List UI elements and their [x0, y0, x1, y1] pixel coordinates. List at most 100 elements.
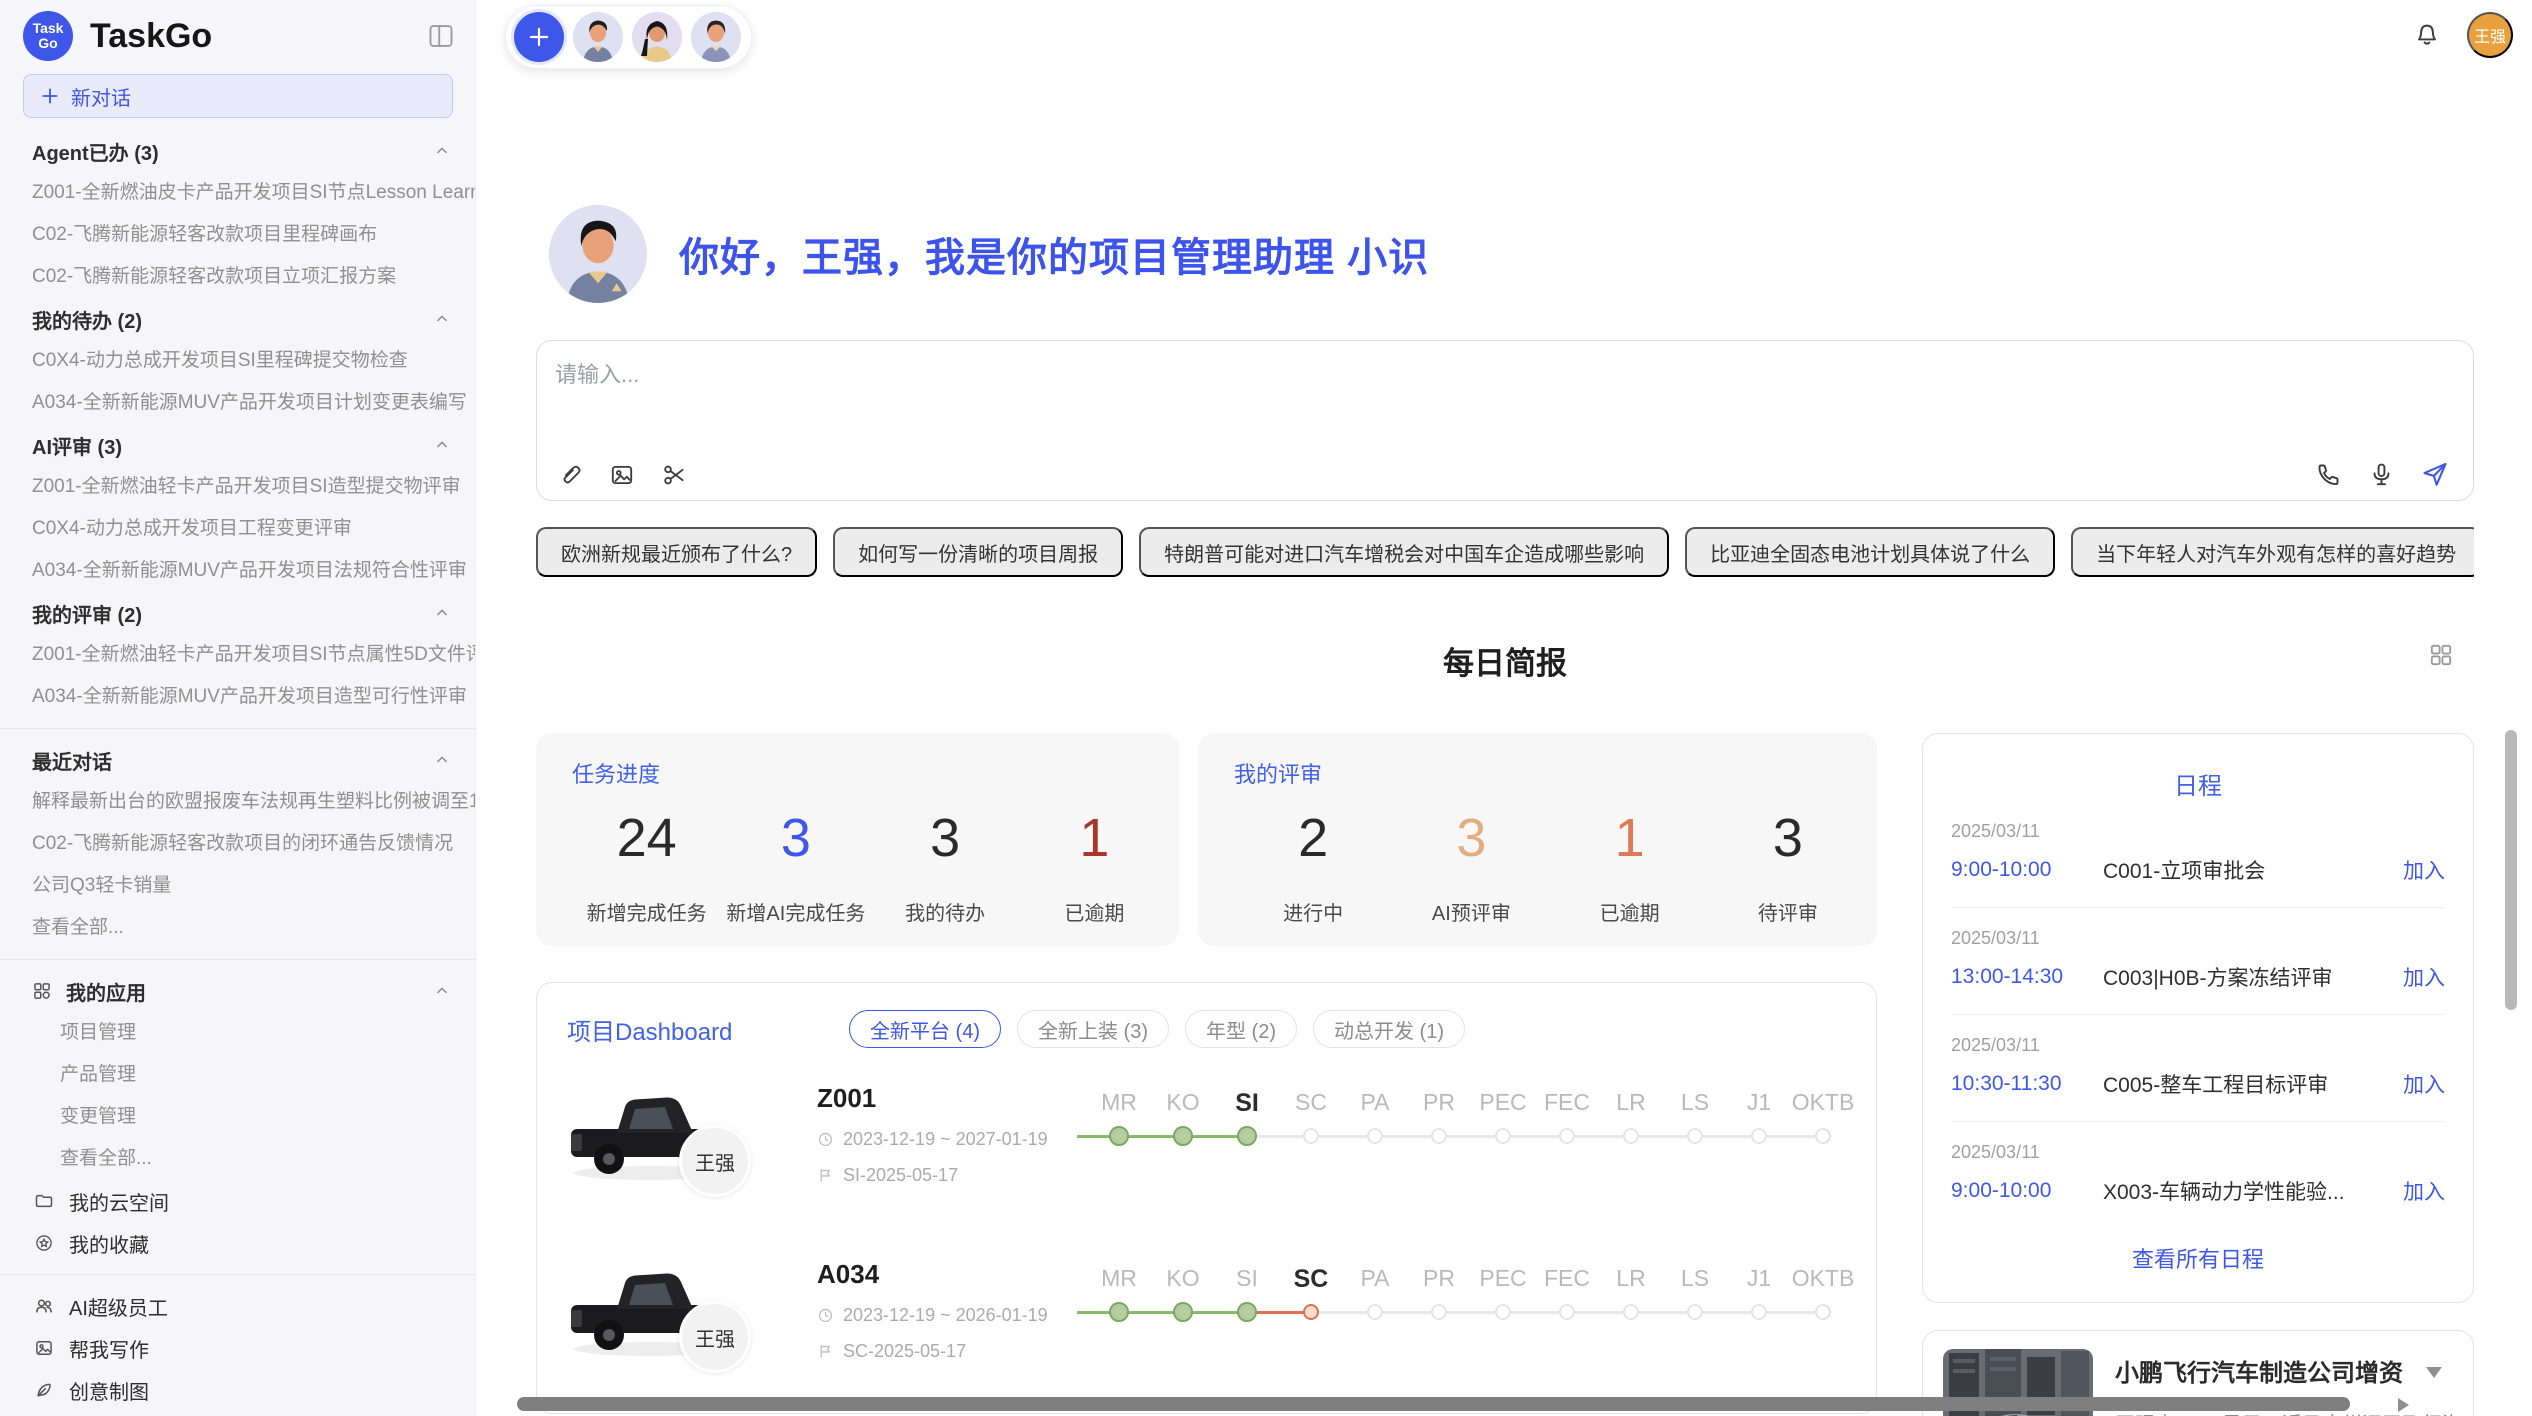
section-header-my-apps[interactable]: 我的应用 [0, 970, 475, 1012]
send-icon [2421, 460, 2449, 488]
milestone-dot-done [1237, 1302, 1257, 1322]
metric-label: 我的待办 [871, 897, 1020, 926]
sidebar-item[interactable]: C02-飞腾新能源轻客改款项目里程碑画布 [0, 214, 475, 256]
sidebar-item[interactable]: C0X4-动力总成开发项目SI里程碑提交物检查 [0, 340, 475, 382]
metric-value: 3 [721, 807, 870, 869]
sidebar-item[interactable]: Z001-全新燃油皮卡产品开发项目SI节点Lesson Learn报告 [0, 172, 475, 214]
milestone-dot [1367, 1304, 1383, 1320]
metric: 24 新增完成任务 [572, 793, 721, 926]
suggestion-chip[interactable]: 欧洲新规最近颁布了什么? [536, 527, 817, 577]
send-button[interactable] [2421, 460, 2449, 488]
project-row[interactable]: 王强 Z001 2023-12-19 ~ 2027-01-19 [567, 1079, 1846, 1229]
snippet-cut-button[interactable] [661, 462, 687, 488]
project-dashboard-title: 项目Dashboard [567, 1012, 849, 1047]
insert-image-button[interactable] [609, 462, 635, 488]
event-date: 2025/03/11 [1951, 928, 2445, 949]
sidebar-item[interactable]: C02-飞腾新能源轻客改款项目立项汇报方案 [0, 256, 475, 298]
milestone-dot-done [1109, 1302, 1129, 1322]
scroll-down-arrow[interactable] [2426, 1367, 2442, 1378]
horizontal-scrollbar-thumb[interactable] [517, 1397, 2350, 1411]
suggestion-chip[interactable]: 当下年轻人对汽车外观有怎样的喜好趋势 [2071, 527, 2474, 577]
milestone-label: LS [1681, 1089, 1709, 1116]
dashboard-grid-icon [2428, 642, 2454, 668]
new-chat-button[interactable]: 新对话 [23, 74, 453, 118]
join-event-button[interactable]: 加入 [2403, 1069, 2445, 1099]
session-avatar[interactable] [691, 12, 741, 62]
recent-chat-item[interactable]: C02-飞腾新能源轻客改款项目的闭环通告反馈情况 [0, 823, 475, 865]
section-header-recent-chats[interactable]: 最近对话 [0, 739, 475, 781]
tab-powertrain[interactable]: 动总开发 (1) [1313, 1010, 1465, 1048]
section-header-agent-done[interactable]: Agent已办 (3) [0, 130, 475, 172]
sidebar-item[interactable]: C0X4-动力总成开发项目工程变更评审 [0, 508, 475, 550]
layout-toggle-button[interactable] [2428, 642, 2454, 668]
sidebar-item[interactable]: A034-全新新能源MUV产品开发项目计划变更表编写 [0, 382, 475, 424]
sidebar-collapse-button[interactable] [427, 22, 455, 50]
milestone-dot [1687, 1128, 1703, 1144]
assistant-avatar [549, 205, 647, 303]
event-name: X003-车辆动力学性能验... [2103, 1176, 2403, 1206]
flag-text: SI-2025-05-17 [843, 1165, 958, 1186]
microphone-button[interactable] [2368, 461, 2395, 488]
section-header-my-todo[interactable]: 我的待办 (2) [0, 298, 475, 340]
sidebar-item-favorites[interactable]: 我的收藏 [0, 1222, 475, 1264]
logo-text-top: Task [33, 21, 64, 36]
join-event-button[interactable]: 加入 [2403, 855, 2445, 885]
event-time: 9:00-10:00 [1951, 1179, 2103, 1203]
section-header-ai-review[interactable]: AI评审 (3) [0, 424, 475, 466]
suggestion-chip[interactable]: 如何写一份清晰的项目周报 [833, 527, 1123, 577]
event-date: 2025/03/11 [1951, 821, 2445, 842]
sidebar-item-ai-staff[interactable]: AI超级员工 [0, 1285, 475, 1327]
project-date-range: 2023-12-19 ~ 2027-01-19 [817, 1129, 1077, 1150]
view-all-schedule-link[interactable]: 查看所有日程 [1951, 1228, 2445, 1288]
milestone-label: OKTB [1792, 1089, 1855, 1116]
sidebar-item-write-helper[interactable]: 帮我写作 [0, 1327, 475, 1369]
scroll-right-arrow[interactable] [2398, 1398, 2409, 1412]
attach-file-button[interactable] [557, 462, 583, 488]
app-item-product-mgmt[interactable]: 产品管理 [0, 1054, 475, 1096]
new-session-button[interactable] [514, 12, 564, 62]
project-row[interactable]: 王强 A034 2023-12-19 ~ 2026-01-19 [567, 1255, 1846, 1405]
milestone-label: PA [1361, 1089, 1390, 1116]
notifications-button[interactable] [2413, 21, 2441, 49]
voice-call-button[interactable] [2315, 461, 2342, 488]
app-item-change-mgmt[interactable]: 变更管理 [0, 1096, 475, 1138]
suggestion-chip[interactable]: 比亚迪全固态电池计划具体说了什么 [1685, 527, 2055, 577]
suggestion-chip[interactable]: 特朗普可能对进口汽车增税会对中国车企造成哪些影响 [1139, 527, 1669, 577]
join-event-button[interactable]: 加入 [2403, 962, 2445, 992]
recent-chat-item[interactable]: 解释最新出台的欧盟报废车法规再生塑料比例被调至15%... [0, 781, 475, 823]
milestone-dot [1431, 1128, 1447, 1144]
composer-attachments [557, 462, 687, 488]
clock-icon [817, 1131, 834, 1148]
vertical-scrollbar-thumb[interactable] [2505, 730, 2517, 1010]
section-header-my-review[interactable]: 我的评审 (2) [0, 592, 475, 634]
tab-new-body[interactable]: 全新上装 (3) [1017, 1010, 1169, 1048]
project-filter-tabs: 全新平台 (4) 全新上装 (3) 年型 (2) 动总开发 (1) [849, 1010, 1465, 1048]
milestone-label-current: SC [1294, 1265, 1329, 1294]
sidebar-item[interactable]: Z001-全新燃油轻卡产品开发项目SI造型提交物评审 [0, 466, 475, 508]
join-event-button[interactable]: 加入 [2403, 1176, 2445, 1206]
composer-actions [2315, 460, 2449, 488]
user-avatar[interactable]: 王强 [2467, 12, 2513, 58]
session-avatar[interactable] [573, 12, 623, 62]
flag-icon [817, 1343, 834, 1360]
sidebar-item-creative-draw[interactable]: 创意制图 [0, 1369, 475, 1411]
view-all-chats-link[interactable]: 查看全部... [0, 907, 475, 949]
divider [0, 728, 475, 729]
event-row: 10:30-11:30 C005-整车工程目标评审 加入 [1951, 1069, 2445, 1099]
tab-model-year[interactable]: 年型 (2) [1185, 1010, 1297, 1048]
topbar-right: 王强 [2413, 12, 2513, 58]
milestone-label: OKTB [1792, 1265, 1855, 1292]
tab-new-platform[interactable]: 全新平台 (4) [849, 1010, 1001, 1048]
project-date-range: 2023-12-19 ~ 2026-01-19 [817, 1305, 1077, 1326]
session-avatar[interactable] [632, 12, 682, 62]
sidebar-item[interactable]: Z001-全新燃油轻卡产品开发项目SI节点属性5D文件评审 [0, 634, 475, 676]
sidebar-item[interactable]: A034-全新新能源MUV产品开发项目造型可行性评审 [0, 676, 475, 718]
view-all-apps-link[interactable]: 查看全部... [0, 1138, 475, 1180]
chat-composer[interactable]: 请输入... [536, 340, 2474, 501]
creative-draw-label: 创意制图 [69, 1376, 149, 1405]
app-item-project-mgmt[interactable]: 项目管理 [0, 1012, 475, 1054]
sidebar-item[interactable]: A034-全新新能源MUV产品开发项目法规符合性评审 [0, 550, 475, 592]
sidebar-item-cloud-space[interactable]: 我的云空间 [0, 1180, 475, 1222]
recent-chat-item[interactable]: 公司Q3轻卡销量 [0, 865, 475, 907]
milestone-label: PR [1423, 1089, 1455, 1116]
